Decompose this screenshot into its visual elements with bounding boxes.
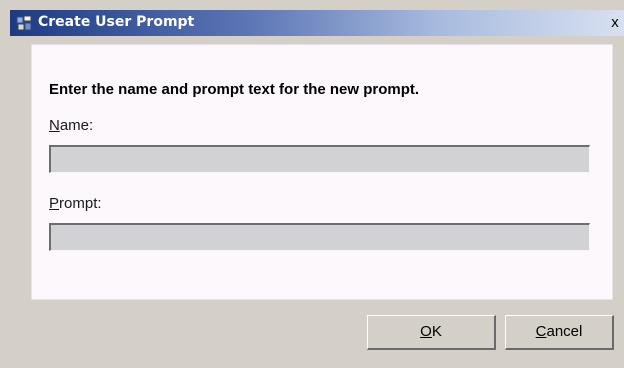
ok-button[interactable]: OK: [367, 315, 496, 350]
instruction-text: Enter the name and prompt text for the n…: [49, 81, 420, 98]
form-panel: Enter the name and prompt text for the n…: [31, 44, 613, 300]
cancel-label: ancel: [546, 323, 583, 340]
cancel-mnemonic: C: [535, 323, 547, 340]
app-icon: [16, 15, 32, 31]
prompt-input[interactable]: [49, 223, 590, 251]
title-bar[interactable]: Create User Prompt x: [10, 10, 624, 36]
name-label: Name:: [49, 117, 93, 134]
ok-mnemonic: O: [420, 323, 432, 340]
create-user-prompt-dialog: Create User Prompt x Enter the name and …: [0, 0, 624, 368]
ok-label: K: [431, 323, 442, 340]
prompt-label-text: rompt:: [59, 195, 102, 212]
close-icon[interactable]: x: [608, 15, 622, 31]
window-title: Create User Prompt: [38, 14, 195, 30]
name-input[interactable]: [49, 145, 590, 173]
prompt-label-mnemonic: P: [49, 195, 60, 212]
name-label-mnemonic: N: [49, 117, 60, 134]
name-label-text: ame:: [59, 117, 94, 134]
cancel-button[interactable]: Cancel: [505, 315, 614, 350]
prompt-label: Prompt:: [49, 195, 102, 212]
